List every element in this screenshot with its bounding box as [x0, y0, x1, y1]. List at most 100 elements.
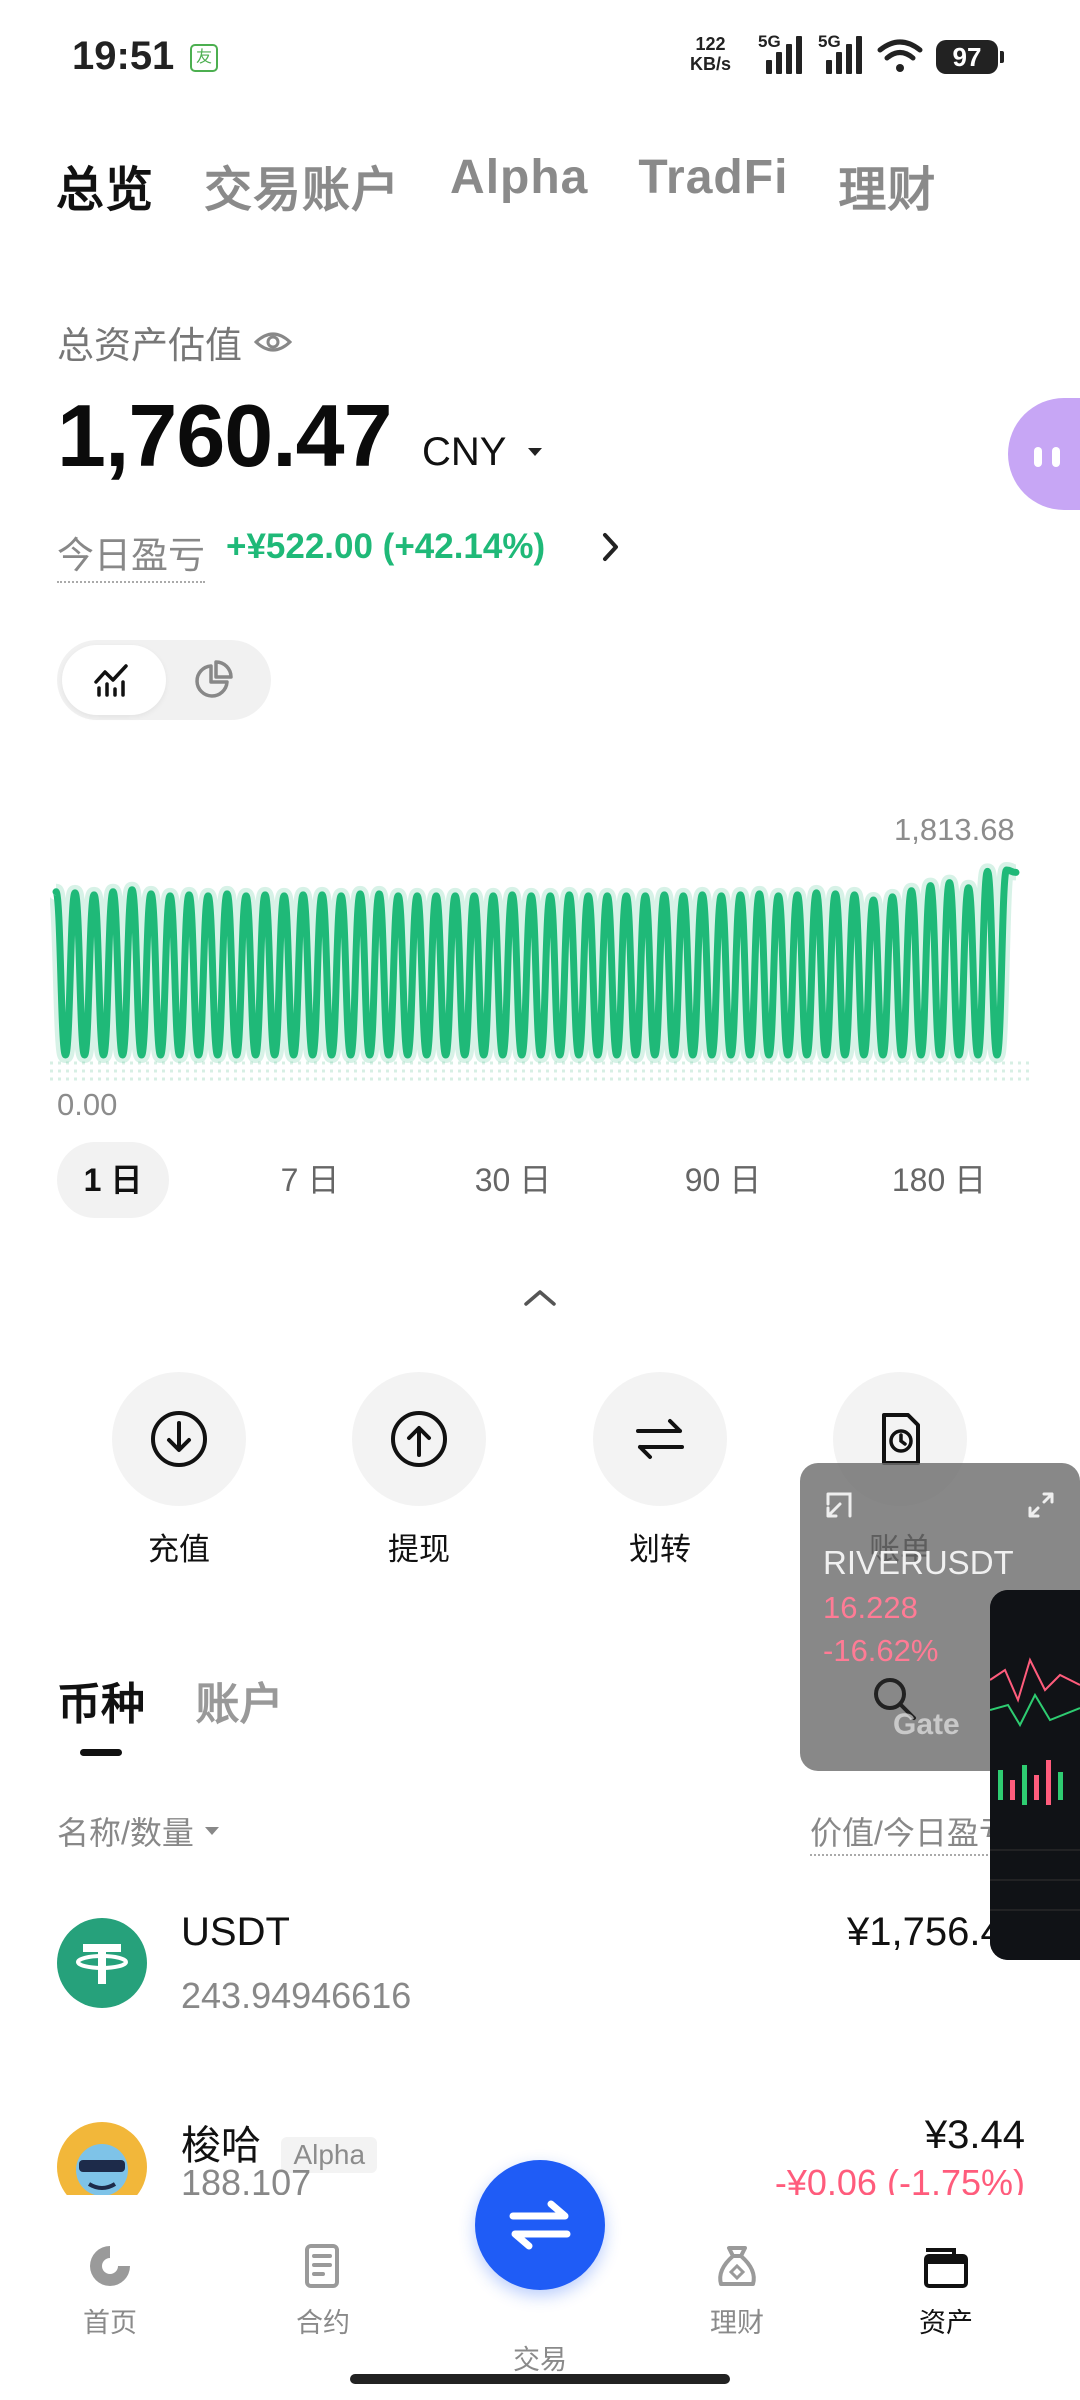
range-1d[interactable]: 1 日 [57, 1142, 169, 1218]
nav-assets-label: 资产 [919, 2308, 973, 2338]
data-point-44 [473, 895, 476, 897]
today-pnl-value[interactable]: +¥522.00 (+42.14%) [226, 527, 545, 567]
data-point-59 [615, 1054, 618, 1056]
data-point-8 [131, 888, 133, 891]
data-point-39 [425, 1054, 428, 1056]
data-point-91 [920, 1054, 922, 1056]
data-point-99 [996, 1054, 998, 1056]
pie-chart-icon[interactable] [193, 660, 233, 700]
list-header-right[interactable]: 价值/今日盈亏 [810, 1808, 1000, 1856]
tab-accounts[interactable]: 账户 [195, 1668, 283, 1732]
data-point-74 [758, 893, 761, 895]
total-asset-label-row: 总资产估值 [57, 315, 292, 369]
nav-wealth-label: 理财 [710, 2308, 764, 2338]
home-indicator[interactable] [350, 2374, 730, 2384]
data-point-15 [197, 1054, 200, 1056]
coin-name-usdt[interactable]: USDT [181, 1910, 290, 1955]
data-point-6 [112, 890, 114, 893]
signal-icon-sim2: 5G [818, 32, 864, 74]
data-point-45 [482, 1054, 485, 1056]
nav-assets[interactable]: 资产 [886, 2240, 1006, 2340]
status-time: 19:51 [72, 34, 175, 78]
wifi-icon [877, 39, 923, 72]
data-point-17 [216, 1054, 219, 1056]
deposit-button[interactable]: 充值 [112, 1372, 246, 1569]
data-point-84 [853, 894, 856, 896]
data-point-97 [977, 1054, 979, 1056]
withdraw-circle[interactable] [352, 1372, 486, 1506]
time-range-selector: 1 日 7 日 30 日 90 日 180 日 [57, 1142, 1027, 1218]
data-point-81 [825, 1054, 827, 1056]
data-point-92 [929, 884, 932, 887]
data-point-76 [777, 895, 780, 897]
transfer-button[interactable]: 划转 [593, 1372, 727, 1569]
tab-tradfi[interactable]: TradFi [638, 150, 788, 220]
tab-trading-account[interactable]: 交易账户 [204, 150, 400, 220]
sort-name-quantity[interactable]: 名称/数量 [57, 1808, 220, 1854]
chevron-up-icon[interactable] [520, 1286, 560, 1310]
range-30d[interactable]: 30 日 [457, 1142, 569, 1218]
nav-contract[interactable]: 合约 [263, 2240, 383, 2340]
data-point-63 [654, 1054, 656, 1056]
data-point-93 [939, 1054, 941, 1056]
trade-button[interactable] [475, 2160, 605, 2290]
currency-selector[interactable]: CNY [422, 430, 506, 475]
range-90d[interactable]: 90 日 [667, 1142, 779, 1218]
data-point-75 [768, 1054, 770, 1056]
data-point-64 [663, 894, 666, 896]
data-point-65 [673, 1054, 675, 1056]
nav-wealth[interactable]: 理财 [677, 2240, 797, 2340]
tab-coins[interactable]: 币种 [57, 1668, 145, 1732]
transfer-label: 划转 [629, 1532, 691, 1567]
withdraw-button[interactable]: 提现 [352, 1372, 486, 1569]
data-point-35 [387, 1054, 390, 1056]
transfer-circle[interactable] [593, 1372, 727, 1506]
line-chart-icon[interactable] [92, 662, 132, 698]
mini-trading-chart[interactable] [990, 1590, 1080, 1960]
expand-icon[interactable] [1026, 1490, 1056, 1520]
signal-icon-sim1: 5G [758, 32, 804, 74]
data-point-62 [644, 895, 647, 897]
data-point-33 [368, 1054, 371, 1056]
ticker-symbol: RIVERUSDT [823, 1544, 1014, 1581]
nav-trade-label[interactable]: 交易 [480, 2338, 600, 2377]
holdings-tab-bar: 币种 账户 [57, 1668, 329, 1732]
coin-qty-suoha: 188,107 [181, 2162, 312, 2195]
range-7d[interactable]: 7 日 [254, 1142, 366, 1218]
data-point-11 [159, 1054, 162, 1056]
deposit-circle[interactable] [112, 1372, 246, 1506]
data-point-29 [330, 1054, 333, 1056]
data-point-94 [948, 881, 951, 884]
tether-symbol-icon [76, 1944, 128, 1984]
data-point-12 [169, 895, 171, 897]
data-point-95 [958, 1054, 960, 1056]
range-180d[interactable]: 180 日 [877, 1142, 1001, 1218]
data-point-73 [749, 1054, 751, 1056]
data-point-88 [891, 896, 894, 898]
tab-wealth[interactable]: 理财 [838, 150, 936, 220]
data-point-61 [635, 1054, 637, 1056]
network-speed-unit: KB/s [690, 54, 732, 74]
data-point-70 [720, 895, 723, 897]
home-icon [90, 2246, 130, 2286]
gate-watermark: Gate [893, 1708, 960, 1741]
tab-overview[interactable]: 总览 [56, 150, 154, 220]
chevron-right-icon[interactable] [600, 530, 622, 564]
tab-alpha[interactable]: Alpha [450, 150, 588, 220]
bill-icon [882, 1413, 920, 1465]
network-speed: 122 KB/s [690, 34, 731, 74]
top-tab-bar: 总览 交易账户 Alpha TradFi 理财 [56, 150, 986, 220]
eye-icon[interactable] [254, 329, 292, 355]
today-pnl-label[interactable]: 今日盈亏 [57, 525, 205, 583]
data-point-0 [55, 890, 57, 893]
caret-down-icon[interactable] [526, 446, 544, 458]
data-point-78 [796, 894, 799, 896]
data-point-1 [64, 1054, 67, 1056]
data-point-3 [83, 1054, 86, 1056]
ticker-price: 16.228 [823, 1590, 918, 1625]
shrink-window-icon[interactable] [824, 1490, 854, 1520]
nav-home[interactable]: 首页 [50, 2240, 170, 2340]
data-point-66 [682, 895, 685, 897]
data-point-7 [121, 1054, 124, 1056]
deposit-label: 充值 [148, 1532, 210, 1567]
